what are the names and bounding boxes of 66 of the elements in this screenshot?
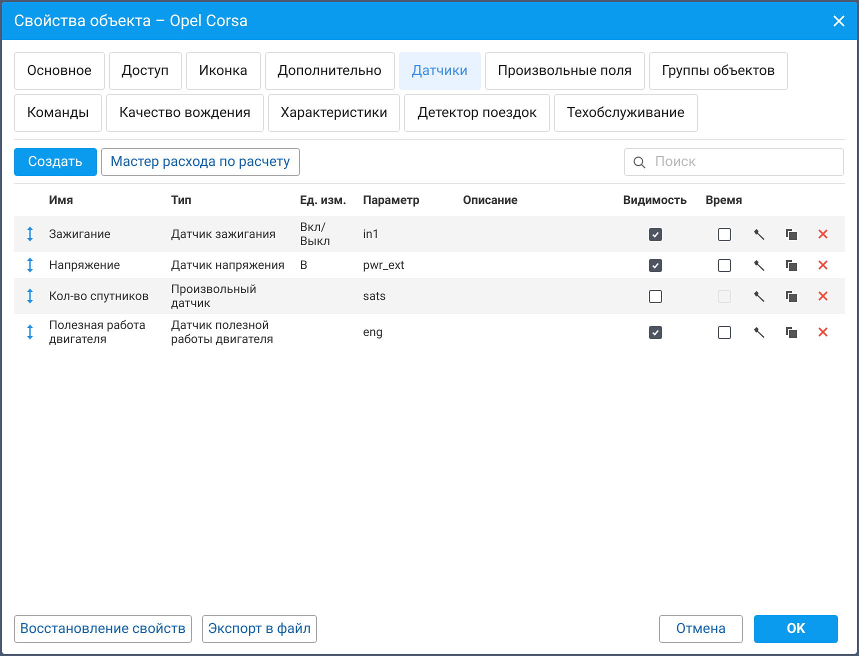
drag-handle-icon[interactable] xyxy=(26,288,32,304)
delete-icon[interactable] xyxy=(818,327,828,337)
wizard-button[interactable]: Мастер расхода по расчету xyxy=(100,148,300,176)
checkbox[interactable] xyxy=(648,228,662,240)
table-cell-text: Полезная работа двигателя xyxy=(48,318,147,346)
checkbox[interactable] xyxy=(648,258,662,272)
copy-icon[interactable] xyxy=(786,228,796,240)
drag-handle-icon[interactable] xyxy=(26,324,32,340)
copy-icon[interactable] xyxy=(786,290,796,302)
checkbox[interactable] xyxy=(648,290,662,302)
tab[interactable]: Группы объектов xyxy=(648,52,788,90)
wrench-icon[interactable] xyxy=(753,259,765,271)
tab[interactable]: Иконка xyxy=(186,52,261,90)
cancel-button[interactable]: Отмена xyxy=(659,615,743,643)
wrench-icon[interactable] xyxy=(753,290,765,302)
column-header: Описание xyxy=(462,192,519,209)
close-icon[interactable] xyxy=(833,15,845,27)
checkmark-icon xyxy=(650,260,660,270)
table-cell-text: Напряжение xyxy=(48,258,121,272)
column-header: Имя xyxy=(48,192,74,209)
table-cell-text: Произвольный датчик xyxy=(170,282,258,310)
footer-button[interactable]: Восстановление свойств xyxy=(14,615,192,643)
checkbox[interactable] xyxy=(718,326,730,338)
column-header: Ед. изм. xyxy=(299,192,348,209)
delete-icon[interactable] xyxy=(818,291,828,301)
table-cell-text: sats xyxy=(362,289,387,303)
drag-handle-icon[interactable] xyxy=(26,226,32,242)
delete-icon[interactable] xyxy=(818,260,828,270)
table-cell-text: eng xyxy=(362,325,384,339)
drag-handle-icon[interactable] xyxy=(26,257,32,273)
column-header: Параметр xyxy=(362,192,420,209)
table-cell-text: pwr_ext xyxy=(362,258,406,272)
tab[interactable]: Доступ xyxy=(108,52,182,90)
tab[interactable]: Качество вождения xyxy=(106,94,264,132)
copy-icon[interactable] xyxy=(786,326,796,338)
delete-icon[interactable] xyxy=(818,229,828,239)
search-field[interactable]: Поиск xyxy=(624,148,844,176)
wrench-icon[interactable] xyxy=(753,326,765,338)
wrench-icon[interactable] xyxy=(753,228,765,240)
table-cell-text: Вкл/ Выкл xyxy=(299,220,332,248)
checkbox[interactable] xyxy=(648,326,662,338)
tab[interactable]: Команды xyxy=(14,94,102,132)
table-cell-text: Зажигание xyxy=(48,227,112,241)
copy-icon[interactable] xyxy=(786,260,796,270)
column-header: Видимость xyxy=(623,192,687,209)
table-cell-text: Датчик зажигания xyxy=(170,227,277,241)
footer-button[interactable]: Экспорт в файл xyxy=(202,615,317,643)
tab[interactable]: Техобслуживание xyxy=(554,94,698,132)
table-cell-text: Кол-во спутников xyxy=(48,289,150,303)
tab[interactable]: Дополнительно xyxy=(264,52,395,90)
column-header: Тип xyxy=(170,192,192,209)
tab[interactable]: Основное xyxy=(14,52,105,90)
table-cell-text: Датчик напряжения xyxy=(170,258,286,272)
checkmark-icon xyxy=(650,230,660,238)
column-header: Время xyxy=(706,192,742,209)
tab[interactable]: Детектор поездок xyxy=(404,94,550,132)
checkbox[interactable] xyxy=(718,258,730,272)
tab[interactable]: Произвольные поля xyxy=(484,52,645,90)
table-cell-text: Датчик полезной работы двигателя xyxy=(170,318,274,346)
checkmark-icon xyxy=(650,328,660,336)
table-cell-text: В xyxy=(299,258,308,272)
window-title: Свойства объекта – Opel Corsa xyxy=(14,10,248,32)
table-cell-text: in1 xyxy=(362,227,380,241)
tab[interactable]: Характеристики xyxy=(268,94,400,132)
checkbox[interactable] xyxy=(718,228,730,240)
search-icon xyxy=(633,156,646,169)
